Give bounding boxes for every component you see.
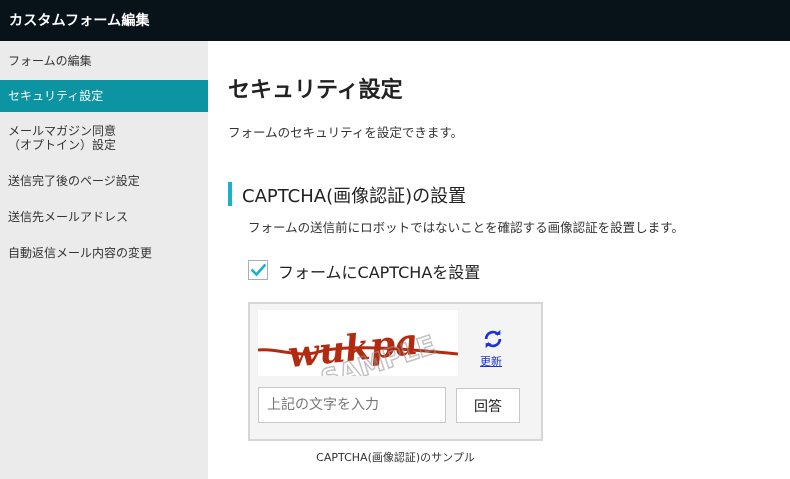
captcha-image: wukpa SAMPLE xyxy=(258,310,458,376)
checkmark-icon xyxy=(251,264,266,277)
sidebar-item-label: 送信先メールアドレス xyxy=(8,210,129,224)
sidebar-item-auto-reply[interactable]: 自動返信メール内容の変更 xyxy=(0,244,208,261)
sidebar-item-label: フォームの編集 xyxy=(8,54,92,68)
sidebar-item-recipient-email[interactable]: 送信先メールアドレス xyxy=(0,208,208,225)
captcha-checkbox-label[interactable]: フォームにCAPTCHAを設置 xyxy=(278,259,480,283)
sidebar-item-label-line2: （オプトイン）設定 xyxy=(8,138,117,152)
captcha-sample-box: wukpa SAMPLE 更新 回答 xyxy=(248,302,543,441)
page-title: セキュリティ設定 xyxy=(228,78,403,103)
refresh-icon xyxy=(484,329,502,349)
sidebar: フォームの編集 セキュリティ設定 メールマガジン同意 （オプトイン）設定 送信完… xyxy=(0,41,208,479)
answer-button[interactable]: 回答 xyxy=(456,388,520,423)
refresh-captcha-link[interactable]: 更新 xyxy=(480,353,502,369)
captcha-answer-input[interactable] xyxy=(258,387,446,423)
sidebar-item-label: 送信完了後のページ設定 xyxy=(8,174,140,188)
refresh-captcha-button[interactable] xyxy=(480,328,506,354)
sidebar-item-thanks-page[interactable]: 送信完了後のページ設定 xyxy=(0,172,208,189)
page-description: フォームのセキュリティを設定できます。 xyxy=(228,125,464,140)
sidebar-item-security[interactable]: セキュリティ設定 xyxy=(0,80,208,112)
main-content: セキュリティ設定 フォームのセキュリティを設定できます。 CAPTCHA(画像認… xyxy=(208,41,790,479)
sidebar-item-form-edit[interactable]: フォームの編集 xyxy=(0,52,208,69)
captcha-checkbox[interactable] xyxy=(248,260,268,280)
section-title: CAPTCHA(画像認証)の設置 xyxy=(242,186,467,207)
sidebar-item-newsletter-optin[interactable]: メールマガジン同意 （オプトイン）設定 xyxy=(0,124,208,152)
captcha-image-graphic: wukpa SAMPLE xyxy=(258,321,458,376)
app-title: カスタムフォーム編集 xyxy=(9,13,150,29)
section-description: フォームの送信前にロボットではないことを確認する画像認証を設置します。 xyxy=(248,220,684,235)
sidebar-item-label: メールマガジン同意 xyxy=(8,124,117,138)
sidebar-item-label: 自動返信メール内容の変更 xyxy=(8,246,153,260)
section-accent-bar xyxy=(228,182,232,206)
sidebar-item-label: セキュリティ設定 xyxy=(8,89,104,103)
captcha-sample-caption: CAPTCHA(画像認証)のサンプル xyxy=(316,451,475,464)
top-bar: カスタムフォーム編集 xyxy=(0,0,790,41)
